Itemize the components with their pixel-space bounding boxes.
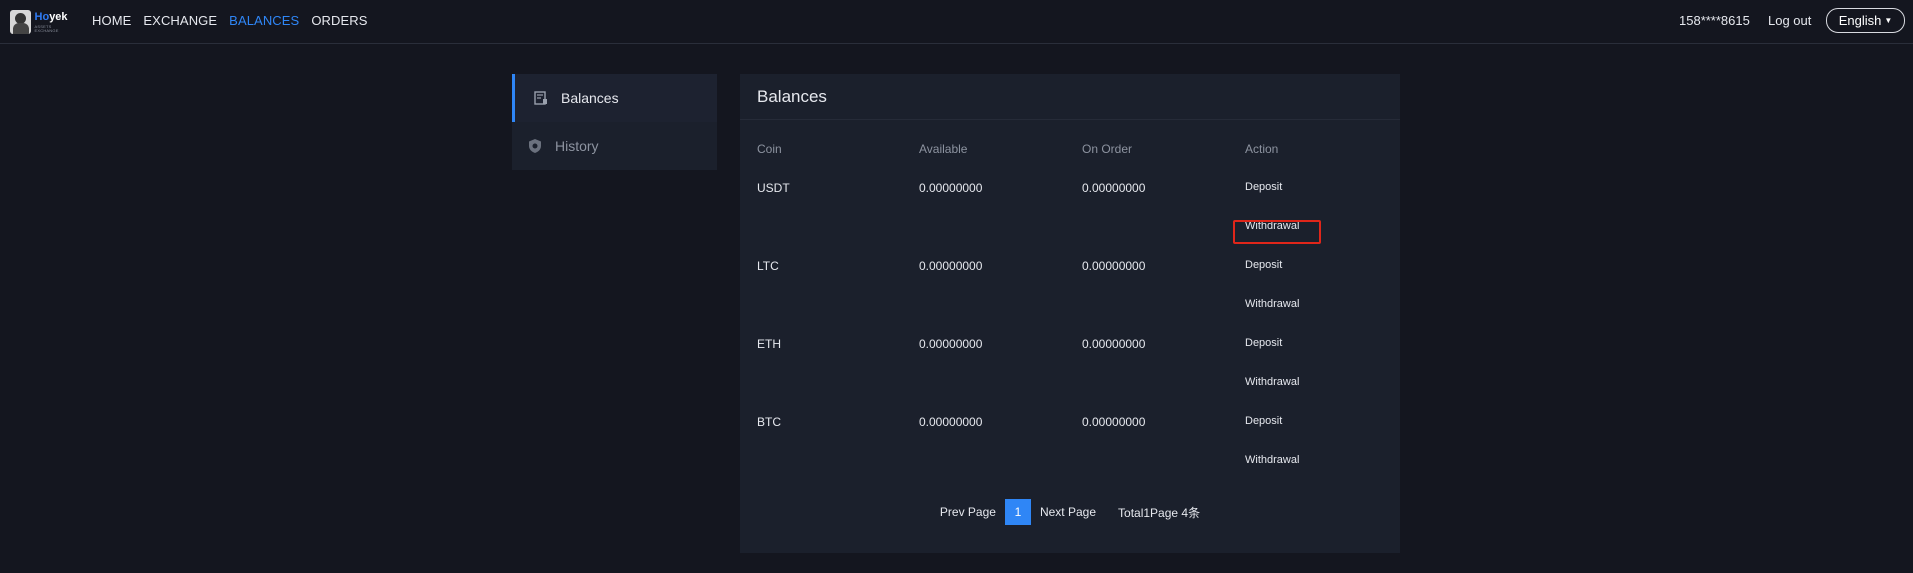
withdrawal-link[interactable]: Withdrawal bbox=[1245, 376, 1299, 388]
available-amount: 0.00000000 bbox=[919, 259, 983, 273]
sidebar-item-history[interactable]: History bbox=[512, 122, 717, 170]
coin-name: USDT bbox=[757, 181, 790, 195]
table-row-action: Withdrawal bbox=[757, 376, 1377, 415]
nav-orders[interactable]: ORDERS bbox=[311, 13, 367, 28]
balances-panel: Balances Coin Available On Order Action … bbox=[740, 74, 1400, 553]
sidebar-item-balances[interactable]: Balances bbox=[512, 74, 717, 122]
deposit-link[interactable]: Deposit bbox=[1245, 181, 1282, 193]
coin-name: ETH bbox=[757, 337, 781, 351]
withdrawal-link[interactable]: Withdrawal bbox=[1245, 298, 1299, 310]
sidebar: Balances History bbox=[512, 74, 717, 170]
column-header-on-order: On Order bbox=[1082, 142, 1133, 156]
nav-exchange[interactable]: EXCHANGE bbox=[143, 13, 217, 28]
logo-text: Hoyek ASSETS EXCHANGE bbox=[34, 10, 74, 33]
balances-table: Coin Available On Order Action USDT 0.00… bbox=[757, 142, 1377, 493]
available-amount: 0.00000000 bbox=[919, 415, 983, 429]
on-order-amount: 0.00000000 bbox=[1082, 337, 1146, 351]
available-amount: 0.00000000 bbox=[919, 337, 983, 351]
table-row-action: Withdrawal bbox=[757, 454, 1377, 493]
language-dropdown[interactable]: English ▼ bbox=[1826, 8, 1905, 33]
user-phone: 158****8615 bbox=[1679, 13, 1750, 28]
deposit-link[interactable]: Deposit bbox=[1245, 259, 1282, 271]
coin-name: BTC bbox=[757, 415, 781, 429]
on-order-amount: 0.00000000 bbox=[1082, 181, 1146, 195]
top-navigation-bar: Hoyek ASSETS EXCHANGE HOME EXCHANGE BALA… bbox=[0, 0, 1913, 44]
prev-page-button[interactable]: Prev Page bbox=[940, 505, 996, 519]
caret-down-icon: ▼ bbox=[1884, 16, 1893, 25]
on-order-amount: 0.00000000 bbox=[1082, 259, 1146, 273]
next-page-button[interactable]: Next Page bbox=[1040, 505, 1096, 519]
table-row-action: Withdrawal bbox=[757, 298, 1377, 337]
sidebar-item-label: History bbox=[555, 138, 599, 154]
table-row: USDT 0.00000000 0.00000000 Deposit bbox=[757, 181, 1377, 220]
table-header-row: Coin Available On Order Action bbox=[757, 142, 1377, 181]
deposit-link[interactable]: Deposit bbox=[1245, 415, 1282, 427]
coin-name: LTC bbox=[757, 259, 779, 273]
column-header-action: Action bbox=[1245, 142, 1279, 156]
deposit-link[interactable]: Deposit bbox=[1245, 337, 1282, 349]
logo-word-b: yek bbox=[49, 10, 68, 23]
on-order-amount: 0.00000000 bbox=[1082, 415, 1146, 429]
column-header-coin: Coin bbox=[757, 142, 782, 156]
logo-subtitle: ASSETS EXCHANGE bbox=[34, 23, 59, 33]
shield-icon bbox=[527, 138, 543, 154]
withdrawal-link[interactable]: Withdrawal bbox=[1245, 220, 1299, 232]
withdrawal-link[interactable]: Withdrawal bbox=[1245, 454, 1299, 466]
table-row-action: Withdrawal bbox=[757, 220, 1377, 259]
panel-title: Balances bbox=[740, 74, 1400, 120]
table-row: ETH 0.00000000 0.00000000 Deposit bbox=[757, 337, 1377, 376]
page-number-button[interactable]: 1 bbox=[1004, 499, 1031, 525]
main-nav: HOME EXCHANGE BALANCES ORDERS bbox=[92, 13, 368, 28]
logo[interactable]: Hoyek ASSETS EXCHANGE bbox=[10, 9, 74, 35]
nav-home[interactable]: HOME bbox=[92, 13, 131, 28]
table-row: LTC 0.00000000 0.00000000 Deposit bbox=[757, 259, 1377, 298]
pagination-total: Total1Page 4条 bbox=[1118, 505, 1201, 520]
table-row: BTC 0.00000000 0.00000000 Deposit bbox=[757, 415, 1377, 454]
sidebar-item-label: Balances bbox=[561, 90, 619, 106]
wallet-icon bbox=[533, 90, 549, 106]
language-label: English bbox=[1838, 13, 1882, 28]
logout-link[interactable]: Log out bbox=[1768, 13, 1811, 28]
available-amount: 0.00000000 bbox=[919, 181, 983, 195]
logo-word-a: Ho bbox=[34, 10, 50, 23]
pagination: Prev Page 1 Next Page Total1Page 4条 bbox=[740, 498, 1400, 526]
logo-mark-icon bbox=[10, 10, 31, 34]
logo-word: Hoyek bbox=[34, 10, 74, 23]
column-header-available: Available bbox=[919, 142, 968, 156]
nav-balances[interactable]: BALANCES bbox=[229, 13, 299, 28]
